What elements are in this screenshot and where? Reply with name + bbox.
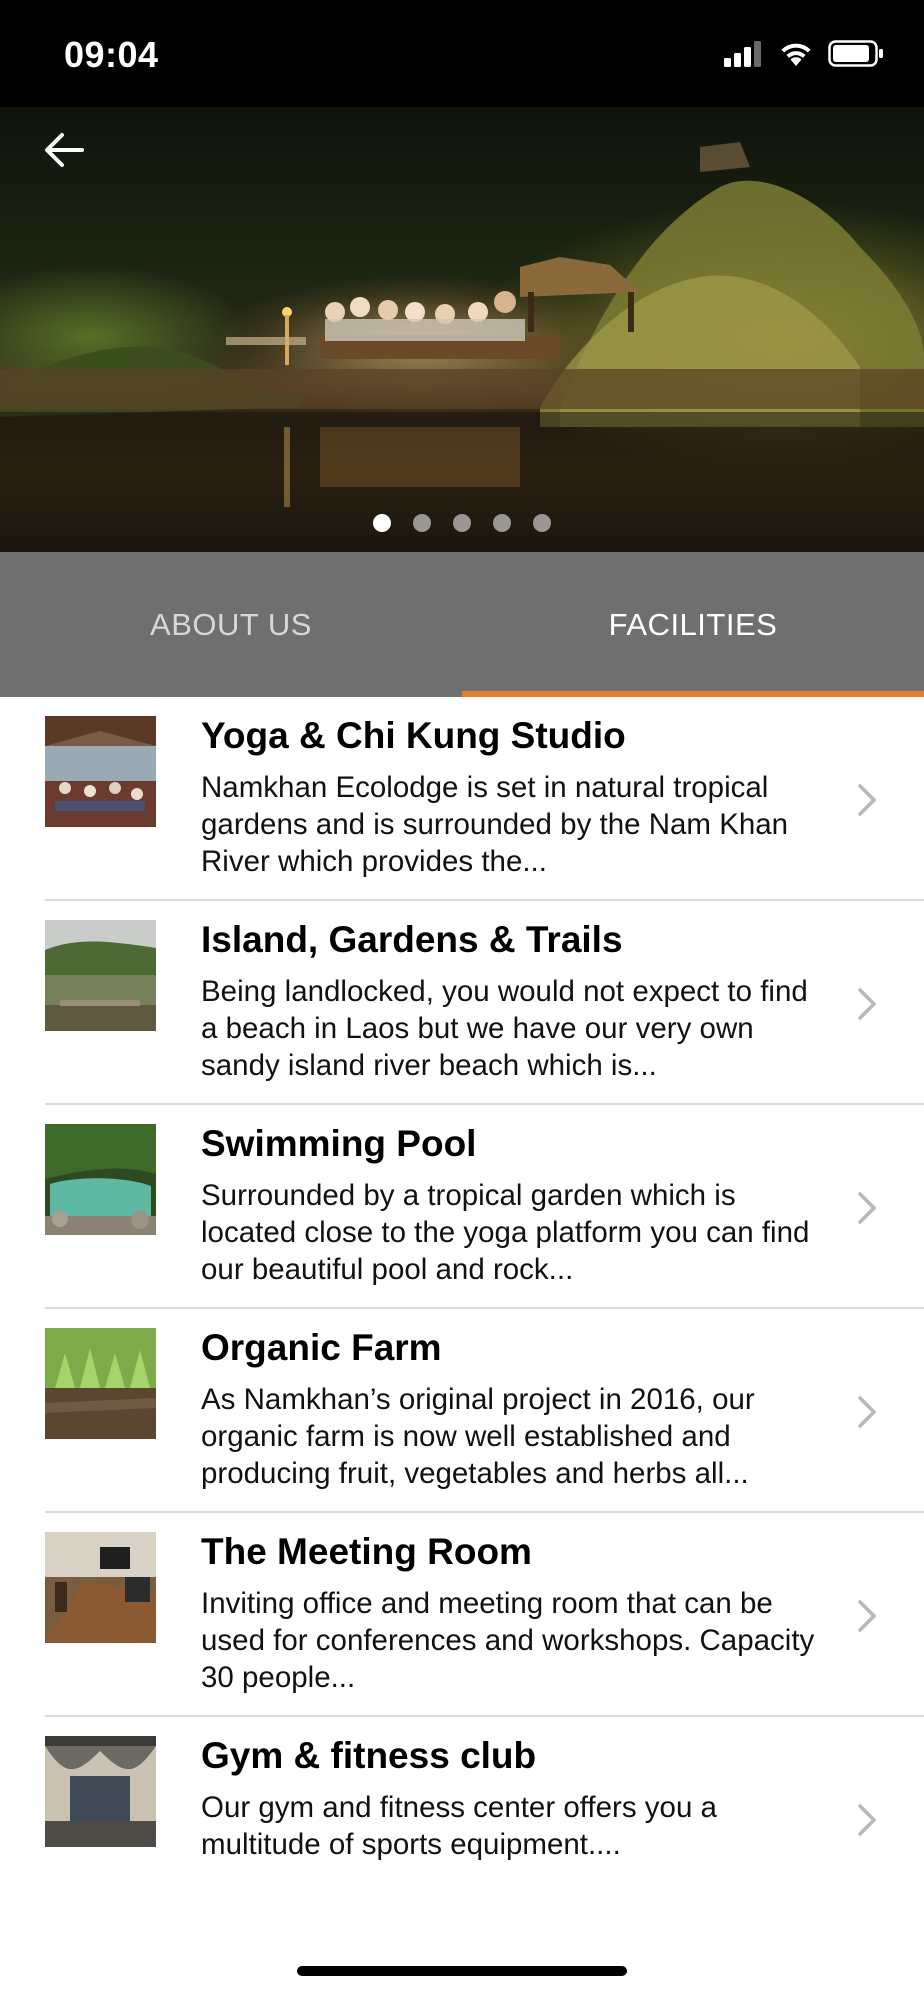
carousel-dot-5[interactable] [533, 514, 551, 532]
list-item-swimming-pool[interactable]: Swimming Pool Surrounded by a tropical g… [0, 1105, 924, 1309]
facility-description: Our gym and fitness center offers you a … [201, 1791, 717, 1861]
hero-scene-illustration [0, 142, 924, 552]
list-item-yoga-chi-kung-studio[interactable]: Yoga & Chi Kung Studio Namkhan Ecolodge … [0, 697, 924, 901]
battery-icon [828, 40, 883, 67]
chevron-right-icon [858, 1192, 876, 1224]
status-icons [724, 40, 884, 67]
chevron-right-icon [858, 1396, 876, 1428]
facilities-list: Yoga & Chi Kung Studio Namkhan Ecolodge … [0, 697, 924, 1921]
tab-facilities[interactable]: FACILITIES [462, 552, 924, 697]
list-item-gym-fitness-club[interactable]: Gym & fitness club Our gym and fitness c… [0, 1717, 924, 1921]
back-button[interactable] [40, 126, 88, 174]
carousel-dot-3[interactable] [453, 514, 471, 532]
facility-description: Surrounded by a tropical garden which is… [201, 1179, 810, 1286]
home-indicator[interactable] [297, 1966, 627, 1976]
carousel-page-indicator[interactable] [0, 514, 924, 532]
thumbnail-organic-farm [45, 1328, 156, 1439]
facility-title: Island, Gardens & Trails [201, 919, 623, 960]
chevron-right-icon [858, 784, 876, 816]
thumbnail-island-gardens [45, 920, 156, 1031]
facility-title: Organic Farm [201, 1327, 442, 1368]
facility-description: As Namkhan’s original project in 2016, o… [201, 1383, 755, 1490]
carousel-dot-2[interactable] [413, 514, 431, 532]
facility-title: Yoga & Chi Kung Studio [201, 715, 626, 756]
status-time: 09:04 [64, 34, 159, 75]
carousel-dot-4[interactable] [493, 514, 511, 532]
thumbnail-swimming-pool [45, 1124, 156, 1235]
thumbnail-yoga-studio [45, 716, 156, 827]
facility-title: Swimming Pool [201, 1123, 477, 1164]
hero-image[interactable] [0, 107, 924, 552]
wifi-icon [781, 43, 811, 66]
list-item-meeting-room[interactable]: The Meeting Room Inviting office and mee… [0, 1513, 924, 1717]
list-item-organic-farm[interactable]: Organic Farm As Namkhan’s original proje… [0, 1309, 924, 1513]
list-item-island-gardens-trails[interactable]: Island, Gardens & Trails Being landlocke… [0, 901, 924, 1105]
chevron-right-icon [858, 1804, 876, 1836]
thumbnail-gym [45, 1736, 156, 1847]
chevron-right-icon [858, 988, 876, 1020]
status-bar: 09:04 [0, 0, 924, 107]
carousel-dot-1[interactable] [373, 514, 391, 532]
cellular-signal-icon [724, 40, 761, 67]
facility-title: Gym & fitness club [201, 1735, 537, 1776]
thumbnail-meeting-room [45, 1532, 156, 1643]
arrow-left-icon [45, 133, 84, 167]
facility-title: The Meeting Room [201, 1531, 532, 1572]
facility-description: Inviting office and meeting room that ca… [201, 1587, 815, 1694]
facility-description: Namkhan Ecolodge is set in natural tropi… [201, 771, 789, 878]
tab-about-us[interactable]: ABOUT US [0, 552, 462, 697]
tab-bar: ABOUT US FACILITIES [0, 552, 924, 697]
chevron-right-icon [858, 1600, 876, 1632]
facility-description: Being landlocked, you would not expect t… [201, 975, 808, 1082]
